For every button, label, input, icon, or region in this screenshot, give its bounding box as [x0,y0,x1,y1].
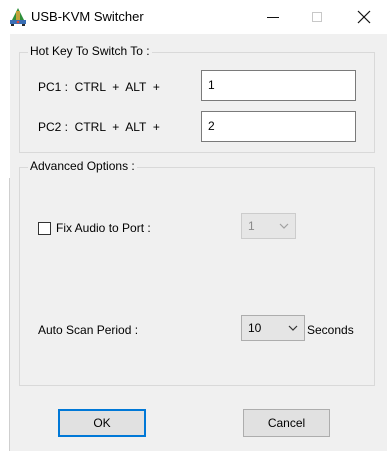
auto-scan-label: Auto Scan Period : [38,323,139,337]
chevron-down-icon [288,325,298,331]
minimize-icon [267,16,279,18]
title-bar[interactable]: USB-KVM Switcher [0,0,387,34]
pc2-hotkey-input[interactable]: 2 [201,111,356,142]
auto-scan-value: 10 [248,321,262,335]
pc1-label: PC1 : CTRL + ALT + [38,80,160,94]
advanced-options-group-label: Advanced Options : [28,159,137,173]
ok-button[interactable]: OK [58,409,146,437]
auto-scan-unit: Seconds [307,323,354,337]
advanced-options-group [19,167,375,386]
cancel-button[interactable]: Cancel [243,409,330,437]
maximize-icon [312,12,322,22]
chevron-down-icon [279,223,289,229]
audio-port-select[interactable]: 1 [241,213,296,239]
minimize-button[interactable] [250,0,296,34]
fix-audio-checkbox[interactable] [38,222,51,235]
auto-scan-period-select[interactable]: 10 [241,315,305,341]
audio-port-value: 1 [248,219,255,233]
app-icon [9,7,27,27]
pc1-hotkey-input[interactable]: 1 [201,70,356,101]
fix-audio-label[interactable]: Fix Audio to Port : [56,221,151,235]
close-button[interactable] [341,0,387,34]
close-icon [357,10,371,24]
window-title: USB-KVM Switcher [31,9,144,24]
maximize-button[interactable] [294,0,340,34]
pc2-label: PC2 : CTRL + ALT + [38,120,160,134]
hotkey-group-label: Hot Key To Switch To : [28,44,152,58]
